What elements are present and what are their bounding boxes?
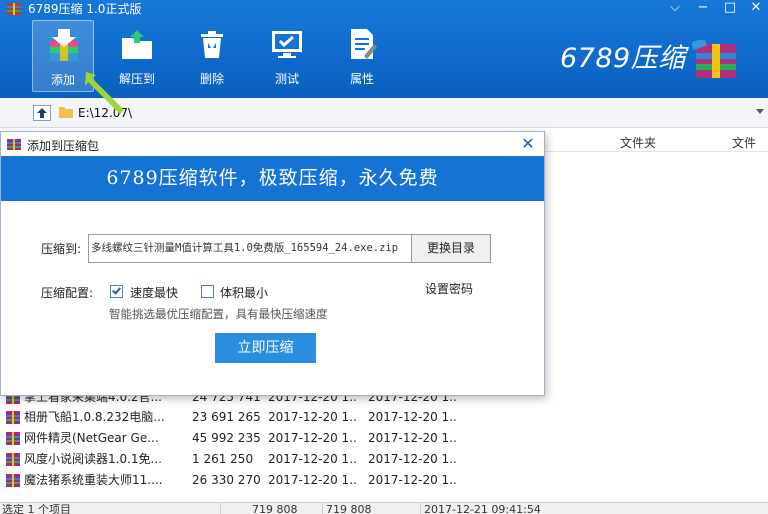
toolbar-properties-button[interactable]: 属性	[331, 20, 393, 92]
table-row[interactable]: 魔法猪系统重装大师11.... 26 330 270 2017-12-20 1.…	[0, 470, 460, 491]
archive-file-icon	[6, 474, 20, 487]
up-folder-button[interactable]	[33, 105, 51, 121]
toolbar-add-label: 添加	[50, 73, 75, 87]
close-button[interactable]: ✕	[743, 0, 768, 18]
status-divider	[220, 503, 221, 514]
compress-now-button[interactable]: 立即压缩	[215, 333, 316, 363]
file-modified: 2017-12-20 1...	[268, 473, 358, 487]
file-size: 1 261 250	[192, 452, 254, 466]
dialog-close-button[interactable]: ✕	[517, 134, 539, 154]
file-size: 23 691 265	[192, 410, 261, 424]
address-dropdown-icon[interactable]	[756, 109, 764, 114]
status-divider	[420, 503, 421, 514]
dialog-title-bar: 添加到压缩包 ✕	[1, 132, 544, 156]
file-size: 26 330 270	[192, 473, 261, 487]
file-name: 魔法猪系统重装大师11....	[24, 473, 163, 487]
toolbar-add-button[interactable]: 添加	[32, 20, 94, 92]
app-window: 6789压缩 1.0正式版 ⌵ − □ ✕ 添加 解压到 删除 测试 属性 67…	[0, 0, 768, 514]
archive-path-input[interactable]: 多线螺纹三针测量M值计算工具1.0免费版_165594_24.exe.zip	[88, 234, 412, 263]
target-label: 压缩到:	[41, 242, 82, 256]
file-name: 网件精灵(NetGear Ge...	[24, 431, 159, 445]
column-folder[interactable]: 文件夹	[620, 134, 656, 151]
status-selected: 选定 1 个项目	[2, 503, 71, 514]
table-row[interactable]: 相册飞船1.0.8.232电脑... 23 691 265 2017-12-20…	[0, 407, 460, 428]
fastest-speed-checkbox[interactable]	[110, 285, 123, 298]
trash-icon	[201, 31, 223, 58]
file-name: 风度小说阅读器1.0.1免...	[24, 452, 162, 466]
table-row[interactable]: 网件精灵(NetGear Ge... 45 992 235 2017-12-20…	[0, 428, 460, 449]
smallest-size-checkbox[interactable]	[201, 285, 214, 298]
skin-menu-button[interactable]: ⌵	[662, 0, 688, 18]
title-bar: 6789压缩 1.0正式版 ⌵ − □ ✕	[0, 0, 768, 18]
window-title: 6789压缩 1.0正式版	[28, 2, 142, 16]
toolbar-properties-label: 属性	[349, 72, 374, 86]
maximize-button[interactable]: □	[717, 0, 743, 18]
dialog-banner: 6789压缩软件，极致压缩，永久免费	[1, 156, 544, 201]
status-divider	[322, 503, 323, 514]
brand-text: 6789压缩	[560, 43, 686, 74]
app-logo-icon	[7, 3, 21, 15]
config-label: 压缩配置:	[41, 286, 94, 300]
minimize-button[interactable]: −	[690, 0, 716, 18]
file-name: 相册飞船1.0.8.232电脑...	[24, 410, 164, 424]
change-directory-button[interactable]: 更换目录	[411, 234, 491, 263]
smallest-size-label[interactable]: 体积最小	[220, 284, 268, 301]
table-row[interactable]: 风度小说阅读器1.0.1免... 1 261 250 2017-12-20 1.…	[0, 449, 460, 470]
file-created: 2017-12-20 1...	[368, 431, 458, 445]
file-modified: 2017-12-20 1...	[268, 431, 358, 445]
file-modified: 2017-12-20 1...	[268, 410, 358, 424]
add-archive-icon	[50, 29, 78, 61]
file-created: 2017-12-20 1...	[368, 473, 458, 487]
properties-icon	[351, 29, 377, 59]
toolbar-test-label: 测试	[274, 72, 299, 86]
toolbar-test-button[interactable]: 测试	[256, 20, 318, 92]
config-hint: 智能挑选最优压缩配置，具有最快压缩速度	[109, 307, 328, 321]
file-created: 2017-12-20 1...	[368, 452, 458, 466]
archive-file-icon	[6, 432, 20, 445]
address-bar: E:\12.07\	[0, 98, 768, 128]
toolbar-extract-label: 解压到	[118, 72, 155, 86]
folder-icon	[59, 107, 73, 118]
up-arrow-icon	[37, 108, 47, 118]
add-to-archive-dialog: 添加到压缩包 ✕ 6789压缩软件，极致压缩，永久免费 压缩到: 多线螺纹三针测…	[0, 131, 545, 396]
toolbar-delete-button[interactable]: 删除	[181, 20, 243, 92]
header: 6789压缩 1.0正式版 ⌵ − □ ✕ 添加 解压到 删除 测试 属性 67…	[0, 0, 768, 98]
archive-file-icon	[6, 453, 20, 466]
status-time: 2017-12-21 09:41:54	[424, 503, 541, 514]
checkmark-icon	[112, 285, 121, 295]
column-file[interactable]: 文件	[732, 134, 756, 151]
extract-icon	[122, 30, 152, 59]
dialog-app-icon	[7, 139, 21, 150]
status-bar: 选定 1 个项目 719 808 719 808 2017-12-21 09:4…	[0, 502, 768, 514]
file-size: 45 992 235	[192, 431, 261, 445]
status-size-1: 719 808	[252, 503, 298, 514]
toolbar-extract-button[interactable]: 解压到	[106, 20, 168, 92]
file-created: 2017-12-20 1...	[368, 410, 458, 424]
address-path-field[interactable]: E:\12.07\	[76, 102, 760, 124]
brand-archive-logo-icon	[692, 40, 736, 78]
file-modified: 2017-12-20 1...	[268, 452, 358, 466]
toolbar-delete-label: 删除	[199, 72, 224, 86]
archive-file-icon	[6, 411, 20, 424]
test-monitor-icon	[272, 31, 302, 58]
fastest-speed-label[interactable]: 速度最快	[130, 284, 178, 301]
status-size-2: 719 808	[326, 503, 372, 514]
dialog-title: 添加到压缩包	[27, 139, 100, 153]
set-password-link[interactable]: 设置密码	[425, 280, 473, 297]
